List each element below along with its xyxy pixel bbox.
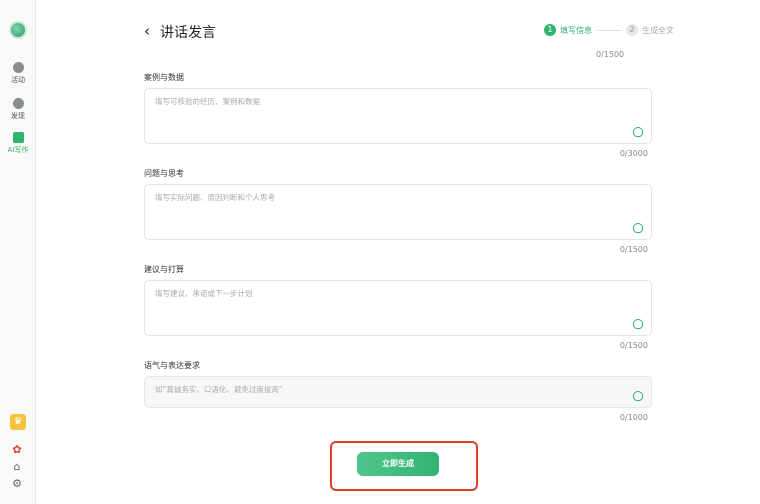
compass-icon bbox=[12, 98, 24, 109]
char-counter: 0/1500 bbox=[619, 341, 648, 350]
microphone-icon[interactable] bbox=[633, 223, 643, 233]
cases-data-textarea[interactable]: 填写可核验的经历、案例和数据 bbox=[144, 88, 652, 144]
step-2-label: 生成全文 bbox=[642, 25, 674, 35]
sidebar-item-label: 活动 bbox=[11, 76, 25, 84]
page-title: 讲话发言 bbox=[160, 25, 216, 41]
field-suggestions-plans: 建议与打算 填写建议、承诺或下一步计划 0/1500 bbox=[144, 264, 652, 350]
step-1-number: 1 bbox=[544, 24, 556, 36]
crown-icon[interactable]: ♛ bbox=[10, 414, 26, 430]
char-counter: 0/1000 bbox=[619, 413, 648, 422]
microphone-icon[interactable] bbox=[633, 127, 643, 137]
field-label: 案例与数据 bbox=[144, 73, 184, 82]
problems-thoughts-textarea[interactable]: 填写实际问题、原因判断和个人思考 bbox=[144, 184, 652, 240]
step-1-label: 填写信息 bbox=[560, 25, 592, 35]
step-divider bbox=[597, 29, 621, 31]
sidebar: 活动 发现 AI写作 ♛ ✿ ⌂ ⚙ bbox=[0, 0, 36, 504]
char-counter: 0/1500 bbox=[596, 50, 625, 59]
ai-write-icon bbox=[12, 132, 24, 143]
placeholder-text: 填写可核验的经历、案例和数据 bbox=[155, 97, 260, 106]
placeholder-text: 如“真诚务实、口语化、避免过度拔高” bbox=[155, 385, 283, 394]
microphone-icon[interactable] bbox=[633, 391, 643, 401]
home-icon bbox=[12, 62, 24, 73]
generate-button[interactable]: 立即生成 bbox=[357, 452, 439, 476]
field-label: 建议与打算 bbox=[144, 265, 184, 274]
sidebar-item-label: 发现 bbox=[11, 112, 25, 120]
gift-icon[interactable]: ✿ bbox=[11, 444, 23, 456]
placeholder-text: 填写建议、承诺或下一步计划 bbox=[155, 289, 253, 298]
suggestions-plans-textarea[interactable]: 填写建议、承诺或下一步计划 bbox=[144, 280, 652, 336]
sidebar-item-discover[interactable]: 发现 bbox=[0, 98, 36, 120]
sidebar-item-activity[interactable]: 活动 bbox=[0, 62, 36, 84]
header: ‹ 讲话发言 1 填写信息 2 生成全文 0/1500 bbox=[36, 0, 760, 60]
microphone-icon[interactable] bbox=[633, 319, 643, 329]
sidebar-item-ai-write[interactable]: AI写作 bbox=[0, 132, 36, 154]
main-panel: ‹ 讲话发言 1 填写信息 2 生成全文 0/1500 案例与数据 填写可核验的… bbox=[36, 0, 760, 504]
back-icon[interactable]: ‹ bbox=[144, 22, 150, 40]
step-indicator: 1 填写信息 2 生成全文 bbox=[544, 24, 674, 36]
gear-icon[interactable]: ⚙ bbox=[11, 478, 23, 490]
step-2-number: 2 bbox=[626, 24, 638, 36]
field-label: 问题与思考 bbox=[144, 169, 184, 178]
trash-icon[interactable]: ⌂ bbox=[11, 461, 23, 473]
field-cases-data: 案例与数据 填写可核验的经历、案例和数据 0/3000 bbox=[144, 72, 652, 158]
tone-requirements-textarea[interactable]: 如“真诚务实、口语化、避免过度拔高” bbox=[144, 376, 652, 408]
app-logo[interactable] bbox=[9, 21, 27, 39]
placeholder-text: 填写实际问题、原因判断和个人思考 bbox=[155, 193, 275, 202]
sidebar-item-label: AI写作 bbox=[7, 146, 29, 154]
char-counter: 0/3000 bbox=[619, 149, 648, 158]
char-counter: 0/1500 bbox=[619, 245, 648, 254]
field-tone-requirements: 语气与表达要求 如“真诚务实、口语化、避免过度拔高” 0/1000 bbox=[144, 360, 652, 422]
field-label: 语气与表达要求 bbox=[144, 361, 200, 370]
field-problems-thoughts: 问题与思考 填写实际问题、原因判断和个人思考 0/1500 bbox=[144, 168, 652, 254]
